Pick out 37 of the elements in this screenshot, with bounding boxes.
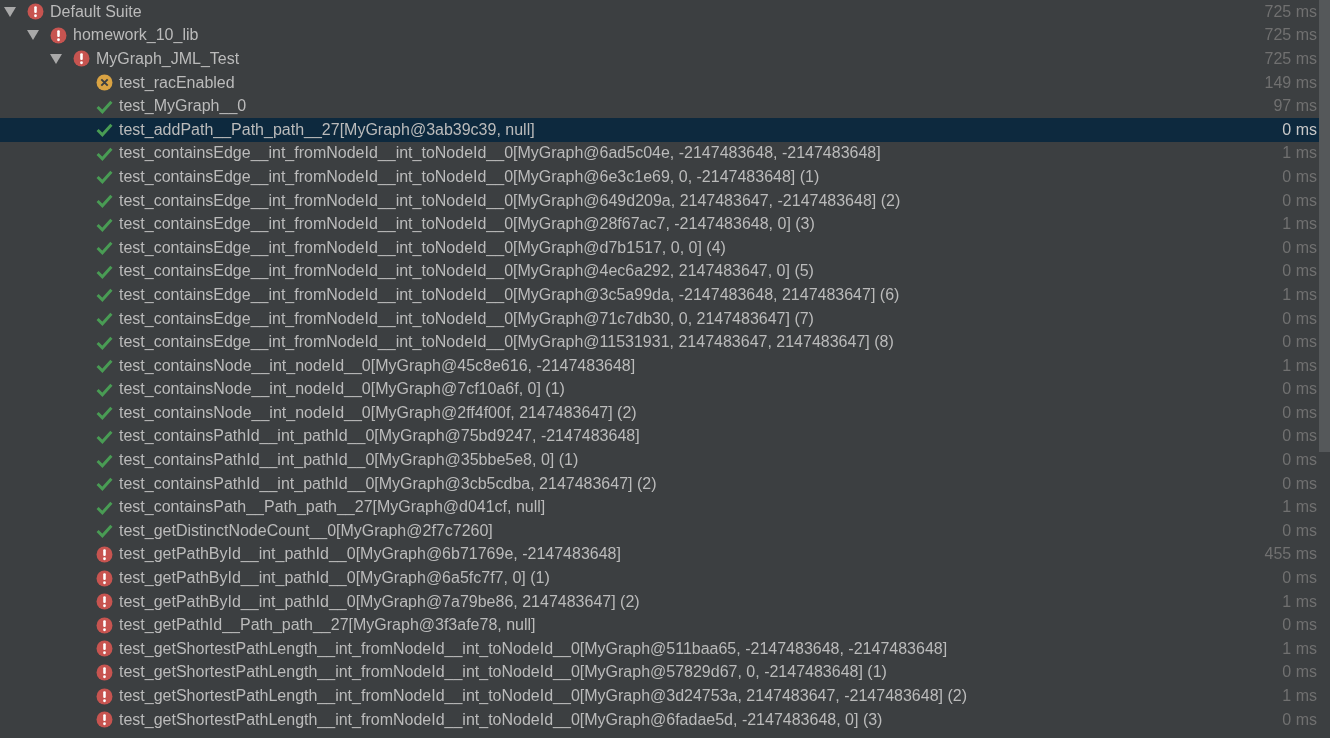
test-name: test_getShortestPathLength__int_fromNodeId__int_toNodeId__0[MyGraph@511baa65, -2147483648, -2147483648]: [119, 638, 948, 660]
tree-row[interactable]: test_addPath__Path_path__27[MyGraph@3ab39c39, null] 0 ms: [0, 117, 1319, 142]
expanded-arrow-icon[interactable]: [4, 6, 16, 17]
test-name: test_containsPathId__int_pathId__0[MyGraph@3cb5cdba, 2147483647] (2): [119, 473, 657, 495]
test-name: test_containsEdge__int_fromNodeId__int_toNodeId__0[MyGraph@649d209a, 2147483647, -2147483648] (2): [119, 190, 901, 212]
test-name: Default Suite: [50, 1, 142, 22]
test-name: test_containsEdge__int_fromNodeId__int_toNodeId__0[MyGraph@3c5a99da, -2147483648, 2147483647] (6): [119, 284, 900, 306]
test-name: test_racEnabled: [119, 72, 235, 93]
test-name: test_containsPath__Path_path__27[MyGraph@d041cf, null]: [119, 497, 546, 518]
duration: 0 ms: [1281, 119, 1317, 140]
test-name: test_containsEdge__int_fromNodeId__int_toNodeId__0[MyGraph@71c7db30, 0, 2147483647] (7): [119, 308, 814, 330]
test-name: test_containsPathId__int_pathId__0[MyGraph@35bbe5e8, 0] (1): [119, 450, 579, 471]
test-name: test_containsEdge__int_fromNodeId__int_toNodeId__0[MyGraph@4ec6a292, 2147483647, 0] (5): [119, 261, 814, 282]
expanded-arrow-icon[interactable]: [50, 54, 62, 64]
test-name: test_getShortestPathLength__int_fromNodeId__int_toNodeId__0[MyGraph@3d24753a, 2147483647, -2147483648] (2): [119, 686, 967, 707]
scrollbar-thumb[interactable]: [1319, 0, 1330, 452]
expanded-arrow-icon[interactable]: [27, 30, 39, 41]
test-name: test_containsPathId__int_pathId__0[MyGraph@75bd9247, -2147483648]: [119, 426, 640, 447]
test-name: test_getShortestPathLength__int_fromNodeId__int_toNodeId__0[MyGraph@6fadae5d, -2147483648, 0] (3): [119, 709, 883, 731]
test-name: test_containsEdge__int_fromNodeId__int_toNodeId__0[MyGraph@6e3c1e69, 0, -2147483648] (1): [119, 166, 820, 188]
test-name: test_getPathById__int_pathId__0[MyGraph@6a5fc7f7, 0] (1): [119, 568, 550, 589]
test-name: test_getPathId__Path_path__27[MyGraph@3f3afe78, null]: [119, 615, 536, 636]
test-name: homework_10_lib: [73, 25, 199, 46]
test-name: test_getShortestPathLength__int_fromNodeId__int_toNodeId__0[MyGraph@57829d67, 0, -2147483648] (1): [119, 662, 887, 683]
test-name: test_getDistinctNodeCount__0[MyGraph@2f7c7260]: [119, 520, 493, 542]
test-name: test_MyGraph__0: [119, 96, 247, 117]
test-name: test_containsNode__int_nodeId__0[MyGraph@7cf10a6f, 0] (1): [119, 379, 565, 400]
test-name: test_containsEdge__int_fromNodeId__int_toNodeId__0[MyGraph@28f67ac7, -2147483648, 0] (3): [119, 214, 815, 235]
test-name: test_getPathById__int_pathId__0[MyGraph@7a79be86, 2147483647] (2): [119, 591, 640, 613]
test-name: test_containsEdge__int_fromNodeId__int_toNodeId__0[MyGraph@11531931, 2147483647, 2147483647] (8): [119, 332, 894, 353]
test-name: test_containsEdge__int_fromNodeId__int_toNodeId__0[MyGraph@d7b1517, 0, 0] (4): [119, 237, 726, 259]
test-name: test_addPath__Path_path__27[MyGraph@3ab39c39, null]: [119, 119, 535, 141]
test-name: MyGraph_JML_Test: [96, 49, 240, 69]
test-name: test_containsNode__int_nodeId__0[MyGraph@45c8e616, -2147483648]: [119, 355, 636, 377]
test-name: test_getPathById__int_pathId__0[MyGraph@6b71769e, -2147483648]: [119, 544, 621, 565]
test-name: test_containsNode__int_nodeId__0[MyGraph@2ff4f00f, 2147483647] (2): [119, 402, 637, 424]
test-name: test_containsEdge__int_fromNodeId__int_toNodeId__0[MyGraph@6ad5c04e, -2147483648, -2147483648]: [119, 143, 881, 164]
